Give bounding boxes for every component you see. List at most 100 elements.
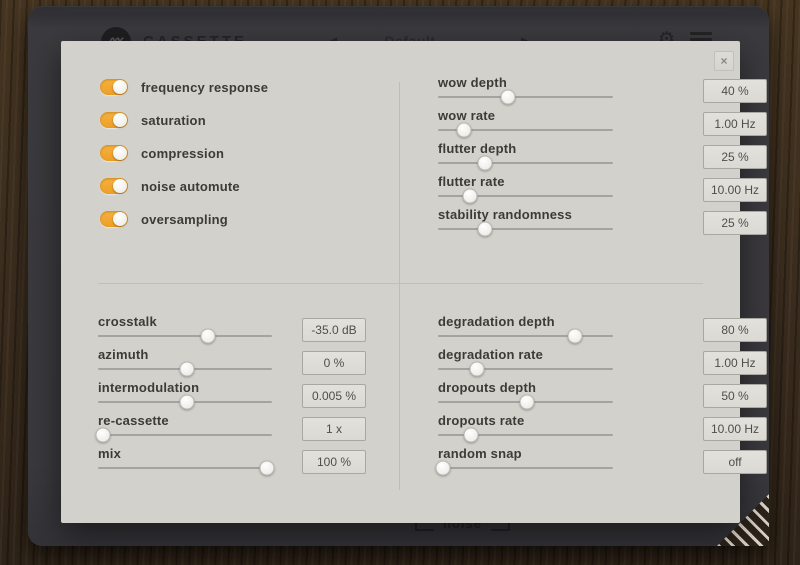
- slider-knob[interactable]: [469, 362, 484, 377]
- slider-track[interactable]: [438, 368, 613, 370]
- settings-overlay-panel: × frequency response saturation compressio…: [61, 41, 740, 523]
- slider-track[interactable]: [438, 335, 613, 337]
- toggle-label: noise automute: [141, 179, 240, 195]
- toggle-noise-automute[interactable]: [100, 178, 128, 194]
- slider-track[interactable]: [98, 368, 272, 370]
- slider-label: degradation rate: [438, 347, 543, 362]
- slider-row-dropouts-depth: dropouts depth50 %: [438, 380, 767, 413]
- slider-track[interactable]: [98, 401, 272, 403]
- slider-track[interactable]: [98, 434, 272, 436]
- slider-label: azimuth: [98, 347, 149, 362]
- value-box[interactable]: off: [703, 450, 767, 474]
- slider-row-flutter-depth: flutter depth 25 %: [438, 141, 767, 174]
- slider-label: wow rate: [438, 108, 495, 123]
- slider-knob[interactable]: [520, 395, 535, 410]
- value-box[interactable]: 10.00 Hz: [703, 417, 767, 441]
- slider-track[interactable]: [98, 335, 272, 337]
- slider-label: random snap: [438, 446, 522, 461]
- toggle-label: compression: [141, 146, 224, 162]
- toggle-saturation[interactable]: [100, 112, 128, 128]
- slider-label: intermodulation: [98, 380, 199, 395]
- toggle-label: saturation: [141, 113, 206, 129]
- slider-row-intermodulation: intermodulation 0.005 %: [98, 380, 366, 413]
- slider-knob[interactable]: [462, 189, 477, 204]
- slider-row-wow-rate: wow rate 1.00 Hz: [438, 108, 767, 141]
- slider-knob[interactable]: [457, 123, 472, 138]
- slider-knob[interactable]: [464, 428, 479, 443]
- slider-label: flutter depth: [438, 141, 516, 156]
- app-window: CASSETTE ◀ Default ▶ ⚙ noise × frequency…: [0, 0, 800, 565]
- toggle-knob: [113, 146, 127, 160]
- slider-knob[interactable]: [501, 90, 516, 105]
- toggle-row: frequency response: [100, 79, 268, 112]
- slider-row-dropouts-rate: dropouts rate 10.00 Hz: [438, 413, 767, 446]
- slider-row-degradation-rate: degradation rate 1.00 Hz: [438, 347, 767, 380]
- value-box[interactable]: 0.005 %: [302, 384, 366, 408]
- vertical-divider: [399, 82, 400, 490]
- slider-knob[interactable]: [200, 329, 215, 344]
- slider-knob[interactable]: [179, 395, 194, 410]
- slider-label: wow depth: [438, 75, 507, 90]
- toggle-label: frequency response: [141, 80, 268, 96]
- slider-track[interactable]: [438, 96, 613, 98]
- value-box[interactable]: 25 %: [703, 211, 767, 235]
- slider-label: re-cassette: [98, 413, 169, 428]
- close-button[interactable]: ×: [714, 51, 734, 71]
- toggle-knob: [113, 212, 127, 226]
- toggle-compression[interactable]: [100, 145, 128, 161]
- tape-sliders: crosstalk -35.0 dB azimuth 0 % intermodulati…: [98, 314, 366, 479]
- toggle-row: noise automute: [100, 178, 268, 211]
- slider-track[interactable]: [438, 401, 613, 403]
- slider-knob[interactable]: [478, 156, 493, 171]
- value-box[interactable]: 25 %: [703, 145, 767, 169]
- slider-label: crosstalk: [98, 314, 157, 329]
- slider-track[interactable]: [438, 228, 613, 230]
- value-box[interactable]: -35.0 dB: [302, 318, 366, 342]
- toggle-row: saturation: [100, 112, 268, 145]
- value-box[interactable]: 80 %: [703, 318, 767, 342]
- value-box[interactable]: 0 %: [302, 351, 366, 375]
- toggle-row: compression: [100, 145, 268, 178]
- value-box[interactable]: 10.00 Hz: [703, 178, 767, 202]
- slider-row-mix: mix 100 %: [98, 446, 366, 479]
- horizontal-divider: [98, 283, 703, 284]
- slider-track[interactable]: [438, 434, 613, 436]
- value-box[interactable]: 1.00 Hz: [703, 351, 767, 375]
- slider-row-random-snap: random snap off: [438, 446, 767, 479]
- slider-track[interactable]: [438, 129, 613, 131]
- slider-track[interactable]: [438, 467, 613, 469]
- slider-row-stability-randomness: stability randomness 25 %: [438, 207, 767, 240]
- slider-row-crosstalk: crosstalk -35.0 dB: [98, 314, 366, 347]
- slider-knob[interactable]: [567, 329, 582, 344]
- wow-flutter-sliders: wow depth 40 % wow rate 1.00 Hz flutter dept…: [438, 75, 767, 240]
- toggle-group: frequency response saturation compression n…: [100, 79, 268, 244]
- slider-row-azimuth: azimuth 0 %: [98, 347, 366, 380]
- slider-knob[interactable]: [96, 428, 111, 443]
- toggle-row: oversampling: [100, 211, 268, 244]
- slider-knob[interactable]: [259, 461, 274, 476]
- slider-label: flutter rate: [438, 174, 505, 189]
- toggle-label: oversampling: [141, 212, 228, 228]
- value-box[interactable]: 100 %: [302, 450, 366, 474]
- slider-knob[interactable]: [179, 362, 194, 377]
- toggle-oversampling[interactable]: [100, 211, 128, 227]
- toggle-frequency-response[interactable]: [100, 79, 128, 95]
- degradation-sliders: degradation depth 80 % degradation rate 1.0…: [438, 314, 767, 479]
- value-box[interactable]: 40 %: [703, 79, 767, 103]
- slider-label: stability randomness: [438, 207, 572, 222]
- slider-track[interactable]: [438, 162, 613, 164]
- slider-row-flutter-rate: flutter rate 10.00 Hz: [438, 174, 767, 207]
- slider-row-re-cassette: re-cassette 1 x: [98, 413, 366, 446]
- slider-label: degradation depth: [438, 314, 555, 329]
- slider-knob[interactable]: [478, 222, 493, 237]
- slider-label: mix: [98, 446, 121, 461]
- slider-track[interactable]: [98, 467, 272, 469]
- slider-row-wow-depth: wow depth 40 %: [438, 75, 767, 108]
- slider-row-degradation-depth: degradation depth 80 %: [438, 314, 767, 347]
- slider-track[interactable]: [438, 195, 613, 197]
- slider-knob[interactable]: [436, 461, 451, 476]
- slider-label: dropouts rate: [438, 413, 524, 428]
- value-box[interactable]: 1.00 Hz: [703, 112, 767, 136]
- value-box[interactable]: 1 x: [302, 417, 366, 441]
- value-box[interactable]: 50 %: [703, 384, 767, 408]
